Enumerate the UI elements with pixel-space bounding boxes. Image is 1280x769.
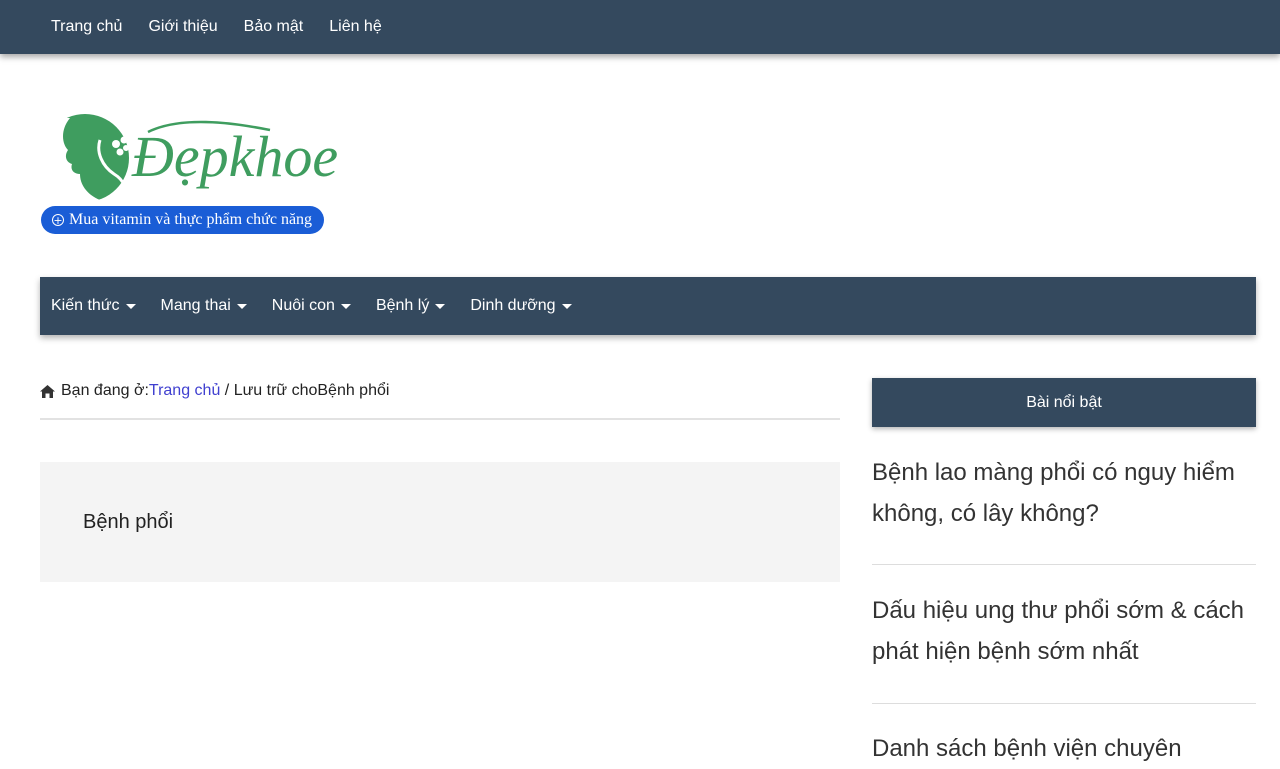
- archive-title: Bệnh phổi: [83, 511, 174, 533]
- top-nav-link-about[interactable]: Giới thiệu: [148, 18, 217, 35]
- main-nav-label: Bệnh lý: [375, 297, 430, 314]
- main-nav-item-nutrition[interactable]: Dinh dưỡng: [470, 297, 572, 315]
- main-nav-label: Dinh dưỡng: [470, 297, 556, 314]
- featured-post[interactable]: Dấu hiệu ung thư phổi sớm & cách phát hi…: [872, 590, 1256, 672]
- main-nav-label: Mang thai: [160, 297, 231, 314]
- top-nav-link-privacy[interactable]: Bảo mật: [244, 18, 304, 35]
- buy-vitamins-label: Mua vitamin và thực phẩm chức năng: [69, 211, 313, 228]
- top-nav-item-home[interactable]: Trang chủ: [51, 18, 122, 36]
- archive-header: Bệnh phổi: [40, 462, 840, 582]
- caret-down-icon: [435, 303, 446, 309]
- featured-post-link[interactable]: Danh sách bệnh viện chuyên: [872, 735, 1182, 762]
- breadcrumb-home-link[interactable]: Trang chủ: [149, 382, 220, 400]
- featured-post[interactable]: Danh sách bệnh viện chuyên: [872, 728, 1256, 769]
- breadcrumb-separator: /: [220, 382, 234, 399]
- caret-down-icon: [340, 303, 351, 309]
- breadcrumb: Bạn đang ở: Trang chủ / Lưu trữ choBệnh …: [40, 382, 840, 400]
- caret-down-icon: [561, 303, 572, 309]
- top-nav-link-home[interactable]: Trang chủ: [51, 18, 122, 35]
- site-logo[interactable]: Đẹpkhoe + Mua vitamin và thực phẩm chức …: [40, 110, 380, 240]
- breadcrumb-divider: [40, 418, 840, 420]
- sidebar-heading: Bài nổi bật: [872, 378, 1256, 427]
- main-nav-item-parenting[interactable]: Nuôi con: [272, 297, 351, 315]
- caret-down-icon: [125, 303, 136, 309]
- top-nav-item-privacy[interactable]: Bảo mật: [244, 18, 304, 36]
- main-nav-label: Nuôi con: [271, 297, 335, 314]
- logo-text: Đẹpkhoe: [131, 124, 338, 189]
- top-nav-link-contact[interactable]: Liên hệ: [329, 18, 382, 35]
- featured-post-link[interactable]: Dấu hiệu ung thư phổi sớm & cách phát hi…: [872, 597, 1244, 665]
- buy-vitamins-button[interactable]: + Mua vitamin và thực phẩm chức năng: [41, 206, 325, 234]
- breadcrumb-prefix: Bạn đang ở:: [61, 382, 149, 399]
- top-nav-item-contact[interactable]: Liên hệ: [329, 18, 382, 36]
- main-nav-item-diseases[interactable]: Bệnh lý: [375, 297, 446, 315]
- home-icon: [40, 384, 55, 398]
- breadcrumb-current: Lưu trữ choBệnh phổi: [233, 382, 390, 399]
- logo-image[interactable]: Đẹpkhoe: [40, 110, 380, 202]
- post-divider: [872, 564, 1256, 565]
- sidebar: Bài nổi bật Bệnh lao màng phổi có nguy h…: [872, 378, 1256, 762]
- main-nav: Kiến thức Mang thai Nuôi con Bệnh lý Din…: [40, 277, 1256, 335]
- main-nav-item-knowledge[interactable]: Kiến thức: [51, 297, 136, 315]
- top-nav-item-about[interactable]: Giới thiệu: [148, 18, 217, 36]
- post-divider: [872, 703, 1256, 704]
- featured-post-link[interactable]: Bệnh lao màng phổi có nguy hiểm không, c…: [872, 459, 1235, 527]
- plus-circle-icon: +: [52, 213, 64, 227]
- main-nav-item-pregnancy[interactable]: Mang thai: [161, 297, 247, 315]
- main-nav-label: Kiến thức: [51, 297, 120, 314]
- featured-post[interactable]: Bệnh lao màng phổi có nguy hiểm không, c…: [872, 452, 1256, 534]
- top-nav: Trang chủ Giới thiệu Bảo mật Liên hệ: [0, 0, 1280, 54]
- caret-down-icon: [236, 303, 247, 309]
